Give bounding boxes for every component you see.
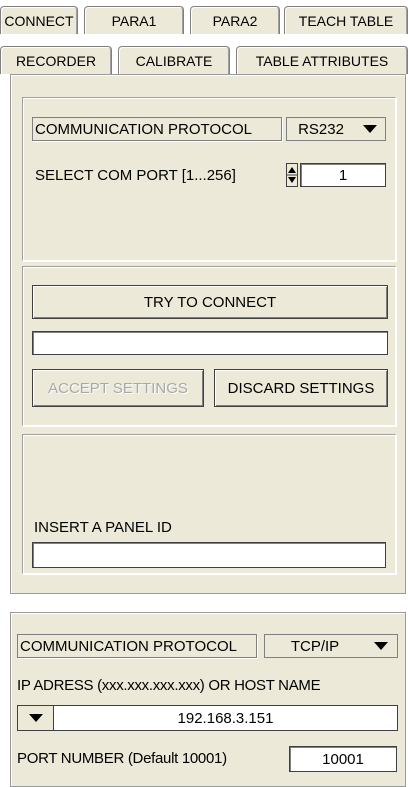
accept-settings-button[interactable]: ACCEPT SETTINGS (32, 369, 204, 407)
panel-id-label: INSERT A PANEL ID (34, 519, 172, 536)
ip-address-combo[interactable]: 192.168.3.151 (17, 705, 398, 731)
tcp-protocol-label-text: COMMUNICATION PROTOCOL (20, 637, 237, 655)
ip-address-value: 192.168.3.151 (177, 709, 274, 727)
chevron-down-icon (365, 642, 397, 650)
chevron-down-icon[interactable] (18, 706, 54, 730)
connection-status-field (32, 331, 388, 355)
protocol-select-value: RS232 (298, 120, 344, 138)
tab-label: CALIBRATE (135, 52, 213, 69)
port-number-input[interactable]: 10001 (289, 746, 397, 772)
chevron-down-icon (355, 125, 385, 133)
ip-address-label: IP ADRESS (xxx.xxx.xxx.xxx) OR HOST NAME (17, 677, 321, 694)
tab-label: RECORDER (15, 52, 97, 69)
tab-teach-table[interactable]: TEACH TABLE (284, 6, 408, 34)
tcp-protocol-label: COMMUNICATION PROTOCOL (17, 634, 257, 658)
tab-label: CONNECT (4, 12, 74, 29)
port-number-label: PORT NUMBER (Default 10001) (17, 750, 227, 767)
tab-table-attributes[interactable]: TABLE ATTRIBUTES (236, 46, 408, 74)
protocol-label-text: COMMUNICATION PROTOCOL (35, 120, 252, 138)
spinner-arrows-icon (286, 163, 298, 187)
com-port-input[interactable]: 1 (300, 163, 386, 187)
com-port-label: SELECT COM PORT [1...256] (35, 167, 236, 184)
tcp-protocol-select-value: TCP/IP (290, 637, 340, 655)
tab-para1[interactable]: PARA1 (84, 6, 184, 34)
tab-label: PARA1 (111, 12, 157, 29)
tab-para2[interactable]: PARA2 (190, 6, 280, 34)
protocol-select[interactable]: RS232 (286, 117, 386, 141)
tab-label: PARA2 (212, 12, 258, 29)
button-label: ACCEPT SETTINGS (48, 379, 188, 397)
panel-id-input[interactable] (32, 542, 386, 568)
com-port-spinner[interactable] (286, 163, 298, 187)
tab-connect[interactable]: CONNECT (0, 6, 78, 34)
protocol-label: COMMUNICATION PROTOCOL (32, 117, 282, 141)
try-to-connect-button[interactable]: TRY TO CONNECT (32, 285, 388, 319)
button-label: TRY TO CONNECT (143, 293, 277, 311)
tab-calibrate[interactable]: CALIBRATE (118, 46, 230, 74)
port-number-value: 10001 (322, 750, 364, 768)
button-label: DISCARD SETTINGS (227, 379, 375, 397)
tab-label: TEACH TABLE (298, 12, 394, 29)
tcp-protocol-select[interactable]: TCP/IP (264, 634, 398, 658)
tab-label: TABLE ATTRIBUTES (255, 52, 389, 69)
tab-recorder[interactable]: RECORDER (0, 46, 112, 74)
discard-settings-button[interactable]: DISCARD SETTINGS (214, 369, 388, 407)
com-port-value: 1 (338, 166, 348, 184)
